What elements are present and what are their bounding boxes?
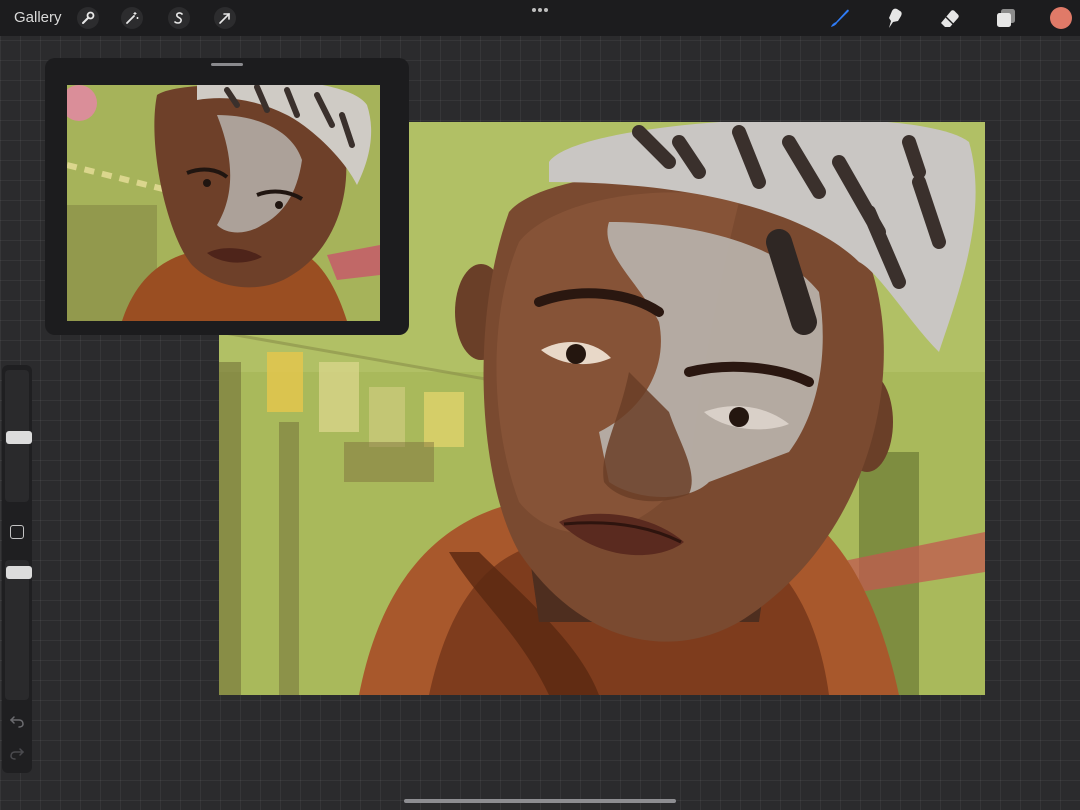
top-toolbar: Gallery <box>0 0 1080 36</box>
modify-button[interactable] <box>10 525 24 539</box>
adjustments-button[interactable] <box>121 7 143 29</box>
magic-wand-icon <box>126 12 139 24</box>
smudge-icon[interactable] <box>883 6 907 30</box>
ellipsis-icon[interactable] <box>530 1 550 19</box>
reference-image <box>67 85 380 321</box>
selection-button[interactable] <box>168 7 190 29</box>
undo-arrow-icon[interactable] <box>9 713 25 729</box>
actions-button[interactable] <box>77 7 99 29</box>
home-indicator <box>404 799 676 803</box>
selection-s-icon <box>174 12 183 24</box>
reference-painting <box>67 85 380 321</box>
transform-button[interactable] <box>214 7 236 29</box>
opacity-slider[interactable] <box>5 560 32 700</box>
brush-size-thumb[interactable] <box>6 431 32 444</box>
layers-icon[interactable] <box>994 6 1018 30</box>
transform-arrow-icon <box>219 13 230 24</box>
gallery-button[interactable]: Gallery <box>14 9 62 26</box>
reference-window[interactable] <box>45 58 409 335</box>
brush-size-slider[interactable] <box>5 370 32 502</box>
wrench-icon <box>82 11 95 24</box>
color-picker-button[interactable] <box>1050 7 1072 29</box>
brush-icon[interactable] <box>828 6 852 30</box>
eraser-icon[interactable] <box>938 6 962 30</box>
reference-drag-handle[interactable] <box>211 63 243 66</box>
sidebar <box>2 365 32 773</box>
redo-arrow-icon[interactable] <box>9 745 25 761</box>
opacity-thumb[interactable] <box>6 566 32 579</box>
